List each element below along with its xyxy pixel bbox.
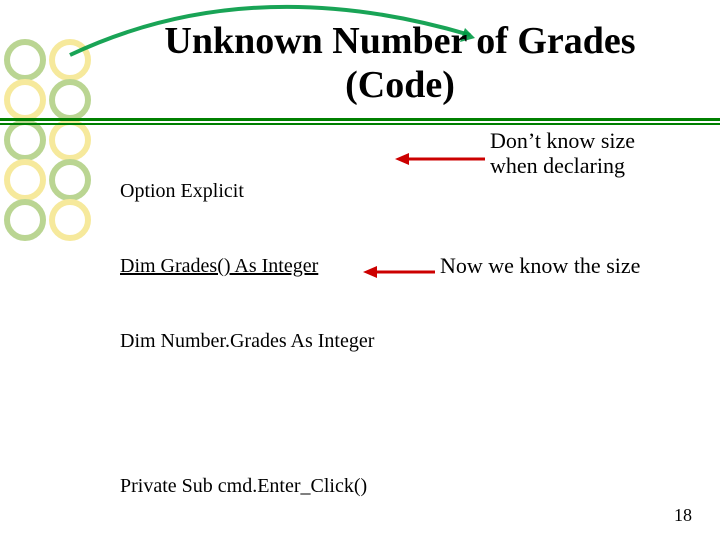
page-number: 18 xyxy=(674,505,692,526)
content-area: Unknown Number of Grades (Code) Don’t kn… xyxy=(0,0,720,540)
slide: Unknown Number of Grades (Code) Don’t kn… xyxy=(0,0,720,540)
code-block-sub: Private Sub cmd.Enter_Click() Number.Gra… xyxy=(120,424,680,540)
spacer xyxy=(120,404,680,424)
title-line-1: Unknown Number of Grades xyxy=(164,20,635,62)
annotation-dont-know-size: Don’t know size when declaring xyxy=(490,129,690,177)
code-line: Dim Number.Grades As Integer xyxy=(120,329,680,354)
slide-body: Don’t know size when declaring Now we kn… xyxy=(120,129,680,540)
annotation-now-we-know: Now we know the size xyxy=(440,254,690,278)
annotation-line-1: Don’t know size xyxy=(490,128,635,153)
annotation-text: Now we know the size xyxy=(440,253,640,278)
arrow-left-icon xyxy=(395,151,485,167)
slide-title: Unknown Number of Grades (Code) xyxy=(120,20,680,107)
code-line: Option Explicit xyxy=(120,179,680,204)
annotation-line-2: when declaring xyxy=(490,153,625,178)
title-line-2: (Code) xyxy=(345,64,455,106)
arrow-left-icon xyxy=(363,264,435,280)
code-line: Private Sub cmd.Enter_Click() xyxy=(120,474,680,499)
